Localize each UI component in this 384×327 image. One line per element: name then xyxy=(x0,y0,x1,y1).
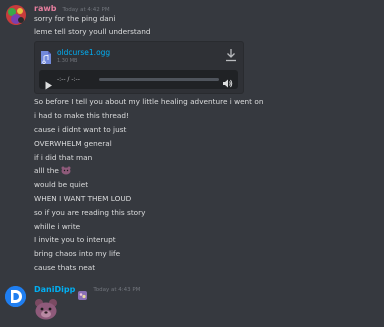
audio-attachment: oldcurse1.ogg 1.30 MB -:-- / -:-- xyxy=(34,41,244,94)
audio-file-icon xyxy=(41,49,51,64)
audio-player: -:-- / -:-- xyxy=(39,70,238,90)
timestamp: Today at 4:43 PM xyxy=(93,286,141,293)
message-line: bring chaos into my life xyxy=(34,249,121,258)
message-header: DaniDipp Today at 4:43 PM xyxy=(34,285,141,300)
message-line: so if you are reading this story xyxy=(34,208,146,217)
message-text: if i did that man xyxy=(34,153,93,162)
message-line: sorry for the ping dani xyxy=(34,14,116,23)
username[interactable]: rawb xyxy=(34,4,56,13)
timestamp: Today at 4:42 PM xyxy=(62,7,110,13)
message-line: whille i write xyxy=(34,222,81,231)
play-icon[interactable] xyxy=(44,75,53,90)
message-line: cause i didnt want to just xyxy=(34,125,127,134)
message-line: OVERWHELM general xyxy=(34,139,112,148)
playback-time: -:-- / -:-- xyxy=(57,76,80,83)
message-line: cause thats neat xyxy=(34,263,96,272)
message-line: WHEN I WANT THEM LOUD xyxy=(34,194,132,203)
message-line: leme tell story youll understand xyxy=(34,27,151,36)
message-line: I invite you to interupt xyxy=(34,235,116,244)
message-text: alll the xyxy=(34,166,59,175)
username[interactable]: DaniDipp xyxy=(34,285,75,294)
message-line: would be quiet xyxy=(34,180,89,189)
volume-icon[interactable] xyxy=(222,74,233,88)
download-icon[interactable] xyxy=(225,47,237,62)
file-name-link[interactable]: oldcurse1.ogg xyxy=(57,48,110,57)
message-line: alll the xyxy=(34,166,71,176)
message-line: if i did that man xyxy=(34,153,92,163)
progress-bar[interactable] xyxy=(99,78,219,81)
file-size: 1.30 MB xyxy=(57,58,78,64)
role-badge-icon[interactable] xyxy=(78,285,88,300)
chat-messages: rawb Today at 4:42 PM sorry for the ping… xyxy=(0,0,384,327)
user-avatar-rawb[interactable] xyxy=(6,5,26,25)
custom-emoji-icon[interactable] xyxy=(61,166,71,175)
message-line: So before I tell you about my little hea… xyxy=(34,97,264,106)
user-avatar-danidipp[interactable] xyxy=(5,286,26,307)
message-line: i had to make this thread! xyxy=(34,111,129,120)
custom-emoji-icon[interactable] xyxy=(34,297,58,321)
